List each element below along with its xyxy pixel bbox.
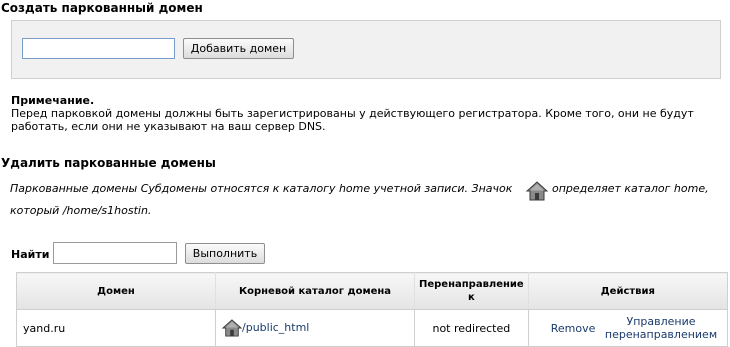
header-actions: Действия [527, 272, 728, 310]
create-parked-domain-title: Создать паркованный домен [1, 1, 203, 15]
search-go-button[interactable]: Выполнить [185, 243, 265, 264]
redirect-cell: not redirected [414, 309, 529, 347]
header-redirect[interactable]: Перенаправление к [414, 272, 529, 310]
actions-cell: Remove Управление перенаправлением [527, 309, 728, 347]
docroot-cell: /public_html [215, 309, 415, 347]
info-text-part2: определяет каталог home, [552, 182, 709, 195]
header-domain[interactable]: Домен [16, 272, 216, 310]
parked-domains-table: Домен Корневой каталог домена Перенаправ… [16, 272, 728, 347]
domain-cell: yand.ru [23, 321, 66, 335]
add-domain-button[interactable]: Добавить домен [183, 38, 294, 59]
header-docroot[interactable]: Корневой каталог домена [215, 272, 415, 310]
new-domain-input[interactable] [22, 38, 175, 59]
docroot-link[interactable]: /public_html [242, 321, 309, 334]
remove-parked-domains-title: Удалить паркованные домены [1, 156, 216, 170]
manage-redirect-link[interactable]: Управление перенаправлением [601, 315, 721, 341]
info-text-line2: который /home/s1hostin. [10, 204, 152, 217]
home-icon [221, 319, 243, 337]
remove-link[interactable]: Remove [551, 322, 596, 335]
search-label: Найти [11, 248, 50, 261]
home-icon [525, 181, 549, 201]
note-heading: Примечание. [11, 94, 95, 107]
info-text-part1: Паркованные домены Субдомены относятся к… [10, 182, 513, 195]
search-input[interactable] [53, 242, 177, 264]
note-text: Перед парковкой домены должны быть зарег… [11, 107, 694, 133]
table-header-row: Домен Корневой каталог домена Перенаправ… [16, 272, 728, 310]
table-row: yand.ru /public_html not redirected Remo… [17, 309, 728, 347]
